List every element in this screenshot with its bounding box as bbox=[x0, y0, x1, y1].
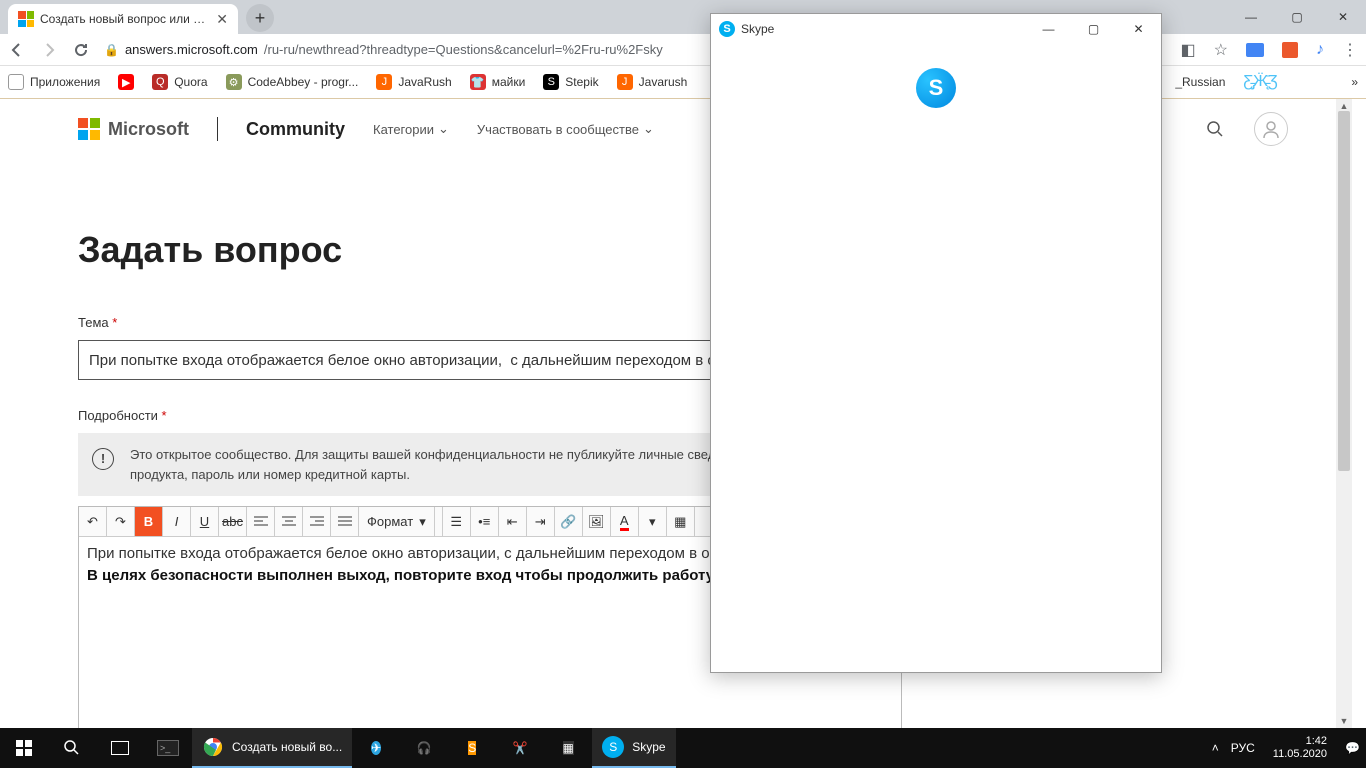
cast-icon[interactable]: ◧ bbox=[1181, 40, 1196, 60]
minimize-button[interactable]: — bbox=[1228, 0, 1274, 34]
tab-title: Создать новый вопрос или нач bbox=[40, 12, 210, 26]
language-indicator[interactable]: РУС bbox=[1231, 741, 1255, 755]
window-controls: — ▢ ✕ bbox=[1228, 0, 1366, 34]
bookmarks-overflow[interactable]: » bbox=[1351, 75, 1358, 89]
align-justify-button[interactable] bbox=[331, 507, 359, 536]
microsoft-logo[interactable]: Microsoft bbox=[78, 118, 189, 140]
clock[interactable]: 1:42 11.05.2020 bbox=[1267, 735, 1333, 761]
redo-button[interactable]: ↷ bbox=[107, 507, 135, 536]
telegram-app[interactable]: ✈ bbox=[352, 728, 400, 768]
format-dropdown[interactable]: Формат▾ bbox=[359, 507, 435, 536]
youtube-bookmark[interactable]: ▶ bbox=[118, 74, 134, 90]
skype-titlebar[interactable]: S Skype — ▢ ✕ bbox=[711, 14, 1161, 44]
browser-tab[interactable]: Создать новый вопрос или нач ✕ bbox=[8, 4, 238, 34]
italic-button[interactable]: I bbox=[163, 507, 191, 536]
underline-button[interactable]: U bbox=[191, 507, 219, 536]
back-button[interactable] bbox=[8, 42, 26, 58]
maiki-bookmark[interactable]: 👕майки bbox=[470, 74, 526, 90]
align-center-button[interactable] bbox=[275, 507, 303, 536]
music-icon[interactable]: ♪ bbox=[1316, 41, 1324, 59]
unordered-list-button[interactable]: •≡ bbox=[471, 507, 499, 536]
chevron-down-icon: ⌄ bbox=[643, 121, 654, 137]
skype-taskbar-icon: S bbox=[602, 736, 624, 758]
page-scrollbar[interactable]: ▲ ▼ bbox=[1336, 99, 1352, 728]
quora-bookmark[interactable]: QQuora bbox=[152, 74, 207, 90]
system-tray: ˄ РУС 1:42 11.05.2020 💬 bbox=[1212, 735, 1366, 761]
url-host: answers.microsoft.com bbox=[125, 42, 258, 57]
star-icon[interactable]: ☆ bbox=[1214, 40, 1228, 60]
apps-bookmark[interactable]: Приложения bbox=[8, 74, 100, 90]
nav-categories[interactable]: Категории⌄ bbox=[373, 121, 449, 137]
textcolor-menu[interactable]: ▾ bbox=[639, 507, 667, 536]
chevron-down-icon: ⌄ bbox=[438, 121, 449, 137]
javarush1-bookmark[interactable]: JJavaRush bbox=[376, 74, 451, 90]
align-right-button[interactable] bbox=[303, 507, 331, 536]
align-left-button[interactable] bbox=[247, 507, 275, 536]
skype-maximize-button[interactable]: ▢ bbox=[1071, 14, 1116, 44]
skype-minimize-button[interactable]: — bbox=[1026, 14, 1071, 44]
info-icon: ! bbox=[92, 448, 114, 470]
ordered-list-button[interactable]: ☰ bbox=[443, 507, 471, 536]
taskbar: >_ Создать новый во... ✈ 🎧 S ✂️ ▦ S Skyp… bbox=[0, 728, 1366, 768]
skype-app[interactable]: S Skype bbox=[592, 728, 675, 768]
textcolor-button[interactable]: A bbox=[611, 507, 639, 536]
chrome-icon bbox=[202, 736, 224, 758]
skype-title-text: Skype bbox=[741, 22, 774, 36]
reload-button[interactable] bbox=[72, 42, 90, 58]
scroll-down-icon[interactable]: ▼ bbox=[1336, 714, 1352, 728]
skype-logo: S bbox=[916, 68, 956, 108]
menu-icon[interactable]: ⋮ bbox=[1342, 40, 1358, 60]
avatar[interactable] bbox=[1254, 112, 1288, 146]
url-path: /ru-ru/newthread?threadtype=Questions&ca… bbox=[264, 42, 663, 57]
forward-button[interactable] bbox=[40, 42, 58, 58]
gmail-icon[interactable] bbox=[1246, 43, 1264, 57]
ext-icon[interactable] bbox=[1282, 42, 1298, 58]
close-window-button[interactable]: ✕ bbox=[1320, 0, 1366, 34]
search-icon[interactable] bbox=[1206, 120, 1224, 138]
table-button[interactable]: ▦ bbox=[667, 507, 695, 536]
link-button[interactable]: 🔗 bbox=[555, 507, 583, 536]
skype-app-label: Skype bbox=[632, 740, 665, 754]
headset-app[interactable]: 🎧 bbox=[400, 728, 448, 768]
outdent-button[interactable]: ⇤ bbox=[499, 507, 527, 536]
tray-expand-icon[interactable]: ˄ bbox=[1212, 741, 1219, 755]
stepik-bookmark[interactable]: SStepik bbox=[543, 74, 598, 90]
close-tab-icon[interactable]: ✕ bbox=[216, 11, 228, 28]
russian-bookmark[interactable]: _Russian bbox=[1175, 75, 1225, 89]
codeabbey-bookmark[interactable]: ⚙CodeAbbey - progr... bbox=[226, 74, 359, 90]
notifications-icon[interactable]: 💬 bbox=[1345, 741, 1360, 755]
taskview-button[interactable] bbox=[96, 728, 144, 768]
new-tab-button[interactable]: + bbox=[246, 4, 274, 32]
ms-favicon bbox=[18, 11, 34, 27]
terminal-app[interactable]: >_ bbox=[144, 728, 192, 768]
skype-close-button[interactable]: ✕ bbox=[1116, 14, 1161, 44]
image-button[interactable]: 🖼 bbox=[583, 507, 611, 536]
nav-participate[interactable]: Участвовать в сообществе⌄ bbox=[477, 121, 654, 137]
start-button[interactable] bbox=[0, 728, 48, 768]
chrome-app-label: Создать новый во... bbox=[232, 740, 342, 754]
undo-button[interactable]: ↶ bbox=[79, 507, 107, 536]
bold-button[interactable]: B bbox=[135, 507, 163, 536]
skype-icon: S bbox=[719, 21, 735, 37]
chrome-app[interactable]: Создать новый во... bbox=[192, 728, 352, 768]
community-link[interactable]: Community bbox=[246, 119, 345, 140]
lock-icon: 🔒 bbox=[104, 43, 119, 57]
strike-button[interactable]: abc bbox=[219, 507, 247, 536]
divider bbox=[217, 117, 218, 141]
butterfly-bookmark[interactable]: Ƹ̵̡Ӝ̵̨̄Ʒ bbox=[1243, 73, 1277, 91]
indent-button[interactable]: ⇥ bbox=[527, 507, 555, 536]
search-button[interactable] bbox=[48, 728, 96, 768]
chevron-down-icon: ▾ bbox=[419, 514, 426, 530]
skype-window: S Skype — ▢ ✕ S bbox=[710, 13, 1162, 673]
maximize-button[interactable]: ▢ bbox=[1274, 0, 1320, 34]
snip-app[interactable]: ✂️ bbox=[496, 728, 544, 768]
calc-app[interactable]: ▦ bbox=[544, 728, 592, 768]
sublime-app[interactable]: S bbox=[448, 728, 496, 768]
scroll-thumb[interactable] bbox=[1338, 111, 1350, 471]
javarush2-bookmark[interactable]: JJavarush bbox=[617, 74, 688, 90]
